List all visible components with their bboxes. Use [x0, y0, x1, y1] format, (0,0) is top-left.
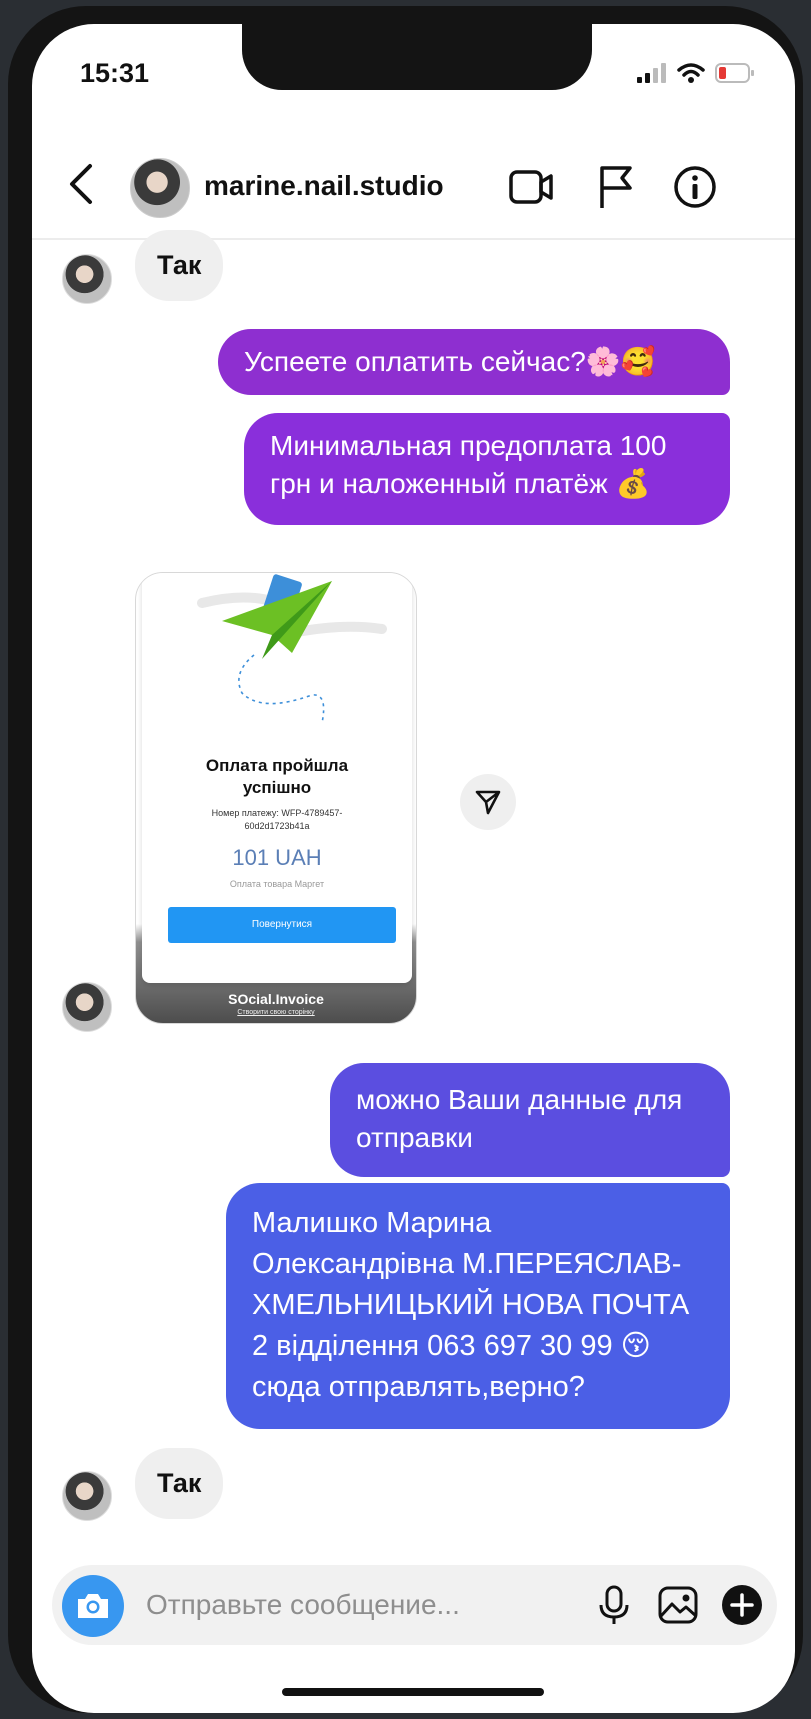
sender-avatar[interactable]: [62, 254, 112, 304]
wifi-icon: [677, 63, 705, 83]
return-button[interactable]: Повернутися: [168, 907, 396, 943]
brand-logo: SOcial.Invoice: [228, 991, 324, 1007]
status-time: 15:31: [80, 58, 150, 88]
outgoing-message: можно Ваши данные для отправки: [330, 1063, 730, 1177]
outgoing-message: Малишко Марина Олександрівна М.ПЕРЕЯСЛАВ…: [226, 1183, 730, 1429]
phone-frame: 15:31 marine.nail.studio Так Успеете опл…: [8, 6, 803, 1713]
incoming-message: Так: [135, 230, 224, 301]
sender-avatar[interactable]: [62, 1471, 112, 1521]
paper-plane-icon: [197, 574, 387, 724]
camera-button[interactable]: [62, 1575, 124, 1637]
message-composer: Отправьте сообщение...: [52, 1565, 777, 1645]
chat-header: marine.nail.studio: [32, 136, 795, 240]
back-chevron-icon[interactable]: [62, 160, 102, 208]
camera-icon: [78, 1594, 108, 1618]
message-text-line: 2 відділення 063 697 30 99 😚: [252, 1330, 651, 1362]
message-text: Успеете оплатить сейчас?🌸🥰: [244, 346, 656, 377]
payment-status-title: Оплата пройшла успішно: [205, 756, 349, 797]
incoming-message: Так: [135, 1448, 224, 1519]
outgoing-message: Минимальная предоплата 100 грн и наложен…: [244, 413, 730, 525]
microphone-icon[interactable]: [592, 1583, 636, 1627]
status-icons: [637, 62, 755, 84]
battery-icon: [715, 63, 754, 83]
send-icon: [475, 790, 501, 815]
payment-receipt-card[interactable]: Оплата пройшла успішно Номер платежу: WF…: [135, 572, 417, 1024]
message-text-line: можно Ваши данные для: [356, 1084, 683, 1115]
receipt-sheet: Оплата пройшла успішно Номер платежу: WF…: [142, 573, 412, 983]
sender-avatar[interactable]: [62, 982, 112, 1032]
plus-icon[interactable]: [720, 1583, 764, 1627]
signal-icon: [637, 63, 666, 83]
message-text-line: грн и наложенный платёж 💰: [270, 468, 651, 499]
flag-icon[interactable]: [592, 164, 642, 210]
payment-description: Оплата товара Маргет: [229, 879, 325, 889]
avatar[interactable]: [130, 158, 190, 218]
message-text-line: ХМЕЛЬНИЦЬКИЙ НОВА ПОЧТА: [252, 1289, 690, 1321]
message-text-line: Олександрівна М.ПЕРЕЯСЛАВ-: [252, 1248, 682, 1280]
notch: [242, 24, 592, 90]
message-text-line: Минимальная предоплата 100: [270, 430, 667, 461]
message-input[interactable]: Отправьте сообщение...: [146, 1589, 460, 1621]
video-camera-icon[interactable]: [507, 164, 557, 210]
chat-username[interactable]: marine.nail.studio: [204, 170, 444, 202]
create-page-link[interactable]: Створити свою сторінку: [136, 1009, 416, 1016]
outgoing-message: Успеете оплатить сейчас?🌸🥰: [218, 329, 730, 395]
info-icon[interactable]: [670, 164, 720, 210]
chat-screen: 15:31 marine.nail.studio Так Успеете опл…: [32, 24, 795, 1713]
gallery-icon[interactable]: [656, 1583, 700, 1627]
payment-number: Номер платежу: WFP-4789457-60d2d1723b41a: [211, 808, 343, 831]
message-text-line: Малишко Марина: [252, 1207, 492, 1239]
home-indicator[interactable]: [282, 1688, 544, 1696]
message-text-line: сюда отправлять,верно?: [252, 1371, 585, 1403]
share-button[interactable]: [460, 774, 516, 830]
payment-amount: 101 UAH: [232, 845, 322, 870]
message-text-line: отправки: [356, 1122, 473, 1153]
